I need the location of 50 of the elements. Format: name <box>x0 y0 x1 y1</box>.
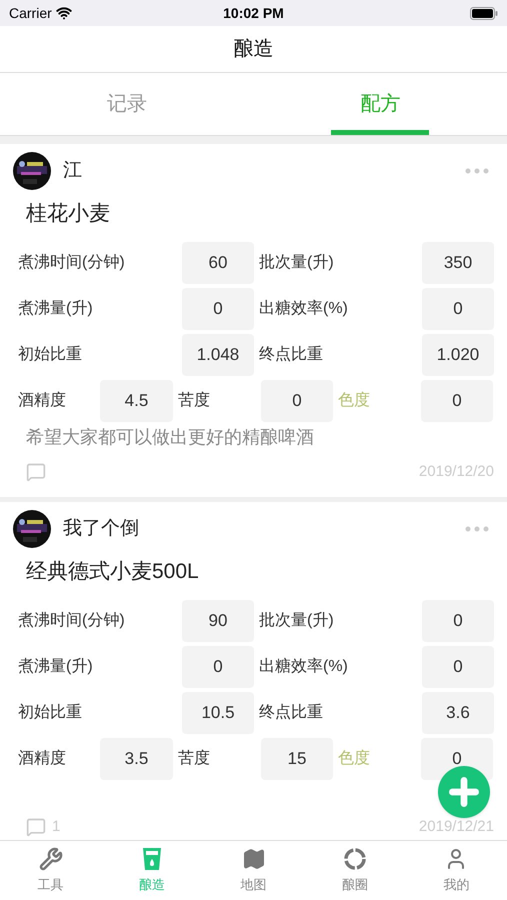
segment-tab[interactable]: 记录 <box>0 73 254 135</box>
carrier-label: Carrier <box>9 4 52 22</box>
field-label: 酒精度 <box>18 748 67 768</box>
value-box: 60 <box>182 242 254 284</box>
value-box: 3.6 <box>422 692 494 734</box>
author-name: 江 <box>63 158 82 183</box>
field-label: 苦度 <box>177 748 211 768</box>
value-box: 1.020 <box>422 334 494 376</box>
field-label: 煮沸量(升) <box>18 298 94 318</box>
field-label: 批次量(升) <box>258 252 335 272</box>
tab-bar-item[interactable]: 工具 <box>0 841 102 900</box>
recipe-title: 桂花小麦 <box>26 201 110 227</box>
value-box: 0 <box>422 600 494 642</box>
value-box: 0 <box>422 646 494 688</box>
field-label: 出糖效率(%) <box>258 656 349 676</box>
author-name: 我了个倒 <box>63 516 139 541</box>
field-label: 初始比重 <box>18 344 83 364</box>
field-label: 苦度 <box>177 390 211 410</box>
tab-bar-item[interactable]: 酿造 <box>101 841 203 900</box>
field-label: 初始比重 <box>18 702 83 722</box>
value-box: 0 <box>182 646 254 688</box>
value-box: 4.5 <box>100 380 173 422</box>
field-label: 色度 <box>337 390 371 410</box>
tab-bar-item[interactable]: 酿圈 <box>304 841 406 900</box>
tab-bar-item[interactable]: 地图 <box>202 841 304 900</box>
field-label: 色度 <box>337 748 371 768</box>
value-box: 350 <box>422 242 494 284</box>
value-box: 15 <box>261 738 333 780</box>
field-label: 终点比重 <box>258 702 324 722</box>
field-label: 煮沸时间(分钟) <box>18 610 126 630</box>
segment-tab[interactable]: 配方 <box>254 73 507 135</box>
field-label: 批次量(升) <box>258 610 335 630</box>
value-box: 0 <box>182 288 254 330</box>
tab-bar-item[interactable]: 我的 <box>406 841 507 900</box>
value-box: 3.5 <box>100 738 173 780</box>
field-label: 终点比重 <box>258 344 324 364</box>
value-box: 90 <box>182 600 254 642</box>
page-title: 酿造 <box>234 37 274 62</box>
value-box: 0 <box>421 380 493 422</box>
field-label: 出糖效率(%) <box>258 298 349 318</box>
recipe-title: 经典德式小麦500L <box>26 559 199 585</box>
field-label: 酒精度 <box>18 390 67 410</box>
clock-time: 10:02 PM <box>223 4 284 22</box>
value-box: 1.048 <box>182 334 254 376</box>
recipe-description: 希望大家都可以做出更好的精酿啤酒 <box>26 426 314 448</box>
value-box: 10.5 <box>182 692 254 734</box>
field-label: 煮沸量(升) <box>18 656 94 676</box>
value-box: 0 <box>422 288 494 330</box>
value-box: 0 <box>261 380 333 422</box>
field-label: 煮沸时间(分钟) <box>18 252 126 272</box>
